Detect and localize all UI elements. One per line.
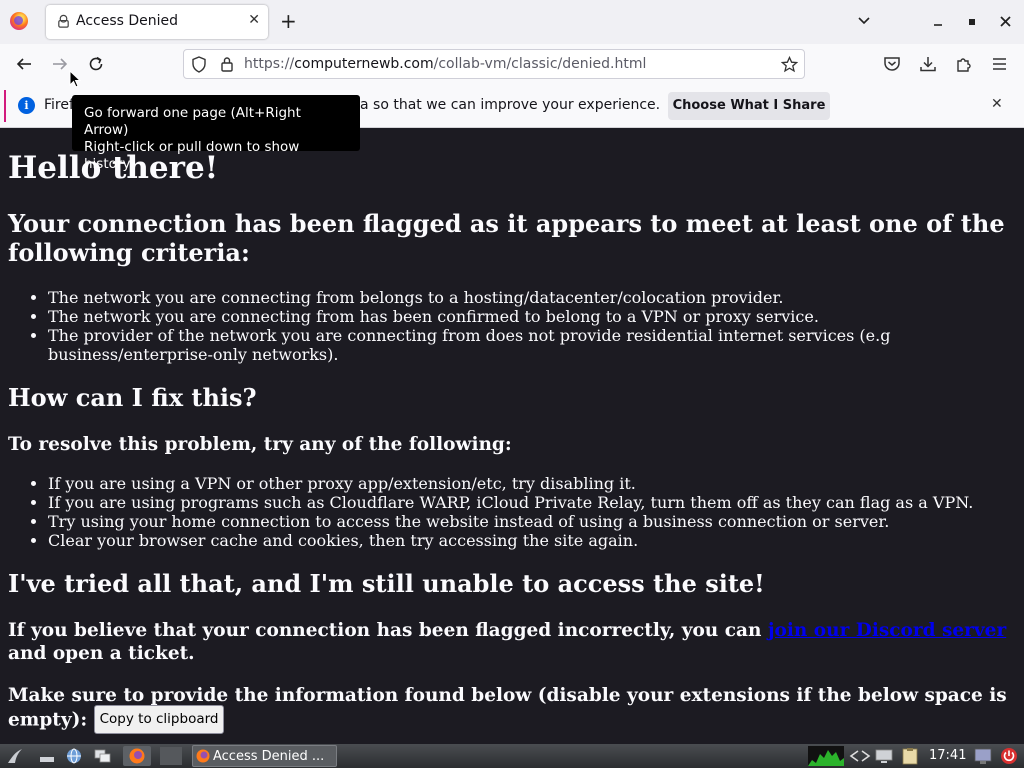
extensions-puzzle-icon[interactable] [955,55,973,73]
copy-to-clipboard-button[interactable]: Copy to clipboard [93,705,225,734]
new-tab-icon[interactable]: + [280,9,297,33]
tab-title: Access Denied [76,13,179,29]
show-desktop-icon[interactable] [38,747,56,765]
pocket-icon[interactable] [883,55,901,73]
url-protocol: https:// [244,56,295,72]
criteria-item: The network you are connecting from has … [48,307,1008,326]
notification-text-start: Firef [44,97,74,113]
tab-close-icon[interactable]: ✕ [248,12,260,28]
still-unable-heading: I've tried all that, and I'm still unabl… [8,569,765,598]
criteria-heading: Your connection has been flagged as it a… [8,209,1005,267]
provide-info-paragraph: Make sure to provide the information fou… [8,684,1018,734]
minimize-window-icon[interactable] [932,16,944,28]
tab-strip: Access Denied ✕ + [0,0,1024,44]
clipboard-manager-icon[interactable] [899,747,921,765]
info-icon: i [18,97,35,114]
notification-accent [4,90,6,122]
mouse-pointer-icon [69,70,81,88]
close-window-icon[interactable] [999,15,1012,28]
url-text[interactable]: https://computernewb.com/collab-vm/class… [244,56,646,72]
taskbar: Access Denied ... 17:41 [0,744,1024,768]
screen-lock-icon[interactable] [973,747,993,765]
firefox-view-icon[interactable] [10,12,28,30]
fix-item: Try using your home connection to access… [48,512,1008,531]
app-menu-hamburger-icon[interactable] [991,56,1008,72]
maximize-window-icon[interactable] [966,16,978,28]
tracking-protection-shield-icon[interactable] [191,56,207,73]
choose-what-i-share-button[interactable]: Choose What I Share [668,92,830,120]
discord-server-link[interactable]: join our Discord server [768,620,1006,641]
cpu-monitor-graph-icon [808,746,844,766]
task-label: Access Denied ... [213,749,325,764]
downloads-icon[interactable] [919,55,937,73]
tooltip-line-2: Right-click or pull down to show history [84,139,300,172]
taskbar-blank-launcher[interactable] [160,747,182,765]
forward-button-tooltip: Go forward one page (Alt+Right Arrow) Ri… [72,95,360,172]
file-manager-icon[interactable] [94,747,112,765]
url-bar[interactable]: https://computernewb.com/collab-vm/class… [183,49,805,79]
taskbar-task-access-denied[interactable]: Access Denied ... [192,745,337,767]
flagged-text-before: If you believe that your connection has … [8,620,768,641]
page-content: Hello there! Your connection has been fl… [0,128,1024,744]
tooltip-line-1: Go forward one page (Alt+Right Arrow) [84,105,301,138]
display-settings-icon[interactable] [874,747,894,765]
reload-icon[interactable] [86,54,106,74]
flagged-text-after: and open a ticket. [8,643,195,664]
lock-icon[interactable] [220,56,234,72]
navigation-toolbar: https://computernewb.com/collab-vm/class… [0,44,1024,84]
fix-list: If you are using a VPN or other proxy ap… [8,474,1008,550]
tab-access-denied[interactable]: Access Denied ✕ [46,5,268,39]
criteria-item: The provider of the network you are conn… [48,326,1008,364]
fix-item: Clear your browser cache and cookies, th… [48,531,1008,550]
network-globe-icon[interactable] [65,747,83,765]
start-menu-icon[interactable] [6,747,24,765]
fix-item: If you are using a VPN or other proxy ap… [48,474,1008,493]
flagged-incorrectly-paragraph: If you believe that your connection has … [8,619,1018,665]
forward-arrow-icon[interactable] [50,54,70,74]
fix-heading: How can I fix this? [8,383,257,412]
bookmark-star-icon[interactable] [781,56,798,73]
back-arrow-icon[interactable] [14,54,34,74]
notification-text-end: a so that we can improve your experience… [360,97,661,113]
fix-item: If you are using programs such as Cloudf… [48,493,1008,512]
firefox-icon [129,748,145,764]
notification-close-icon[interactable]: ✕ [991,96,1003,112]
page-favicon-icon [58,14,69,28]
url-path: /collab-vm/classic/denied.html [433,56,647,72]
url-host: computernewb.com [294,56,434,72]
power-icon[interactable] [1000,747,1018,765]
fix-subheading: To resolve this problem, try any of the … [8,434,512,455]
taskbar-firefox-launcher[interactable] [123,746,151,766]
criteria-list: The network you are connecting from belo… [8,288,1008,364]
task-firefox-icon [196,749,210,763]
criteria-item: The network you are connecting from belo… [48,288,1008,307]
list-all-tabs-icon[interactable] [857,15,871,27]
network-arrows-icon[interactable] [848,748,872,764]
taskbar-clock[interactable]: 17:41 [929,748,966,763]
